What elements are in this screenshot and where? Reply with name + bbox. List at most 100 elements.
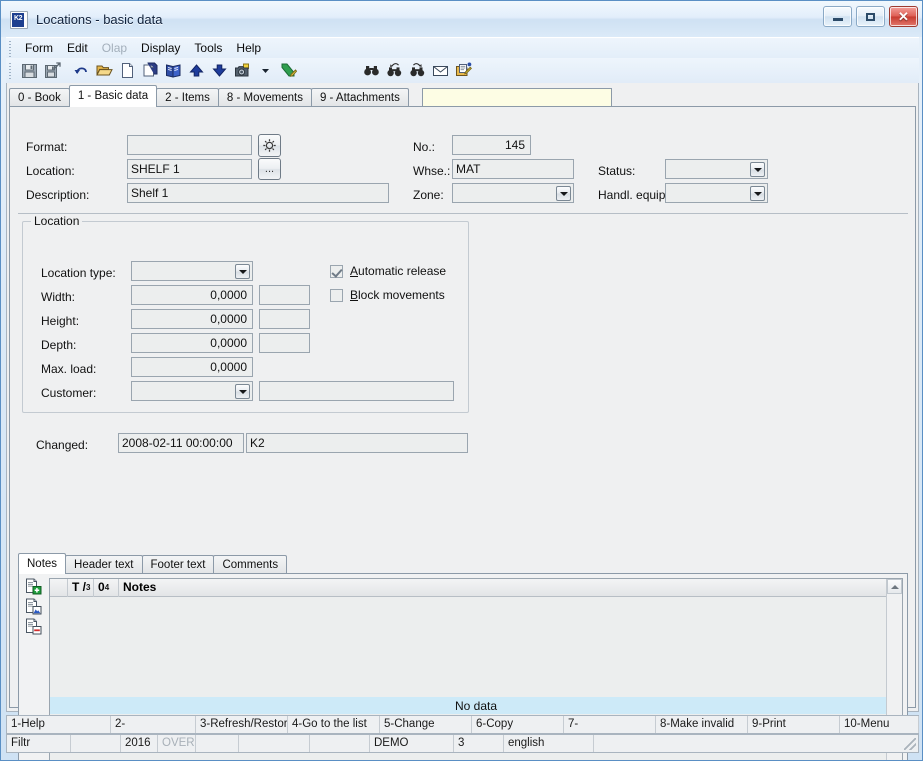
chevron-down-icon[interactable] — [750, 186, 765, 201]
status-blank-3 — [239, 735, 310, 752]
add-note-button[interactable] — [25, 578, 42, 595]
fkey-3-refresh[interactable]: 3-Refresh/Restore — [196, 716, 288, 733]
fkey-8-make-invalid[interactable]: 8-Make invalid — [656, 716, 748, 733]
book-button[interactable] — [162, 59, 185, 82]
location-field[interactable]: SHELF 1 — [127, 159, 252, 179]
toolbar-gripper[interactable] — [8, 62, 14, 79]
tab-movements[interactable]: 8 - Movements — [217, 88, 312, 107]
scroll-up-button[interactable] — [887, 579, 902, 594]
maximize-icon — [866, 12, 875, 21]
whse-field[interactable]: MAT — [452, 159, 574, 179]
mail-button[interactable] — [429, 59, 452, 82]
zone-label: Zone: — [413, 188, 444, 202]
handling-equipment-combobox[interactable] — [665, 183, 768, 203]
chevron-down-icon[interactable] — [750, 162, 765, 177]
fkey-4-go-to-list[interactable]: 4-Go to the list — [288, 716, 380, 733]
location-groupbox: Location Location type: Width: 0,0000 He… — [22, 214, 469, 413]
location-browse-button[interactable]: ... — [258, 158, 281, 180]
export-excel-button[interactable] — [277, 59, 300, 82]
status-filter[interactable]: Filtr — [7, 735, 71, 752]
block-movements-checkbox-row[interactable]: Block movements — [330, 288, 445, 302]
title-bar: Locations - basic data ✕ — [1, 1, 922, 37]
fkey-1-help[interactable]: 1-Help — [7, 716, 111, 733]
depth-field[interactable]: 0,0000 — [131, 333, 253, 353]
undo-button[interactable] — [70, 59, 93, 82]
tab-footer-text[interactable]: Footer text — [141, 555, 215, 574]
fkey-10-menu[interactable]: 10-Menu — [840, 716, 919, 733]
automatic-release-checkbox-row[interactable]: Automatic release — [330, 264, 446, 278]
height-unit-field[interactable] — [259, 309, 310, 329]
tab-header-text[interactable]: Header text — [65, 555, 143, 574]
location-type-combobox[interactable] — [131, 261, 253, 281]
grid-col-type[interactable]: T /3 — [68, 579, 94, 597]
no-field[interactable]: 145 — [452, 135, 531, 155]
tab-book[interactable]: 0 - Book — [9, 88, 70, 107]
view-note-button[interactable] — [25, 598, 42, 615]
tab-notes[interactable]: Notes — [18, 553, 67, 574]
fkey-9-print[interactable]: 9-Print — [748, 716, 840, 733]
tab-filter-input[interactable] — [421, 88, 612, 107]
minimize-button[interactable] — [823, 6, 852, 27]
changed-date-field: 2008-02-11 00:00:00 — [118, 433, 244, 453]
new-document-button[interactable] — [116, 59, 139, 82]
notes-tab-strip: Notes Header text Footer text Comments — [18, 552, 908, 574]
menu-item-display[interactable]: Display — [134, 39, 187, 57]
location-groupbox-title: Location — [31, 214, 83, 228]
save-button[interactable] — [18, 59, 41, 82]
format-label: Format: — [26, 140, 68, 154]
customer-combobox[interactable] — [131, 381, 253, 401]
fkey-7[interactable]: 7- — [564, 716, 656, 733]
format-field[interactable] — [127, 135, 252, 155]
triangle-up-icon — [890, 584, 899, 589]
status-blank-5 — [594, 735, 918, 752]
menu-item-tools[interactable]: Tools — [187, 39, 229, 57]
arrow-down-button[interactable] — [208, 59, 231, 82]
camera-dropdown-button[interactable] — [254, 59, 277, 82]
grid-col-number[interactable]: 04 — [94, 579, 119, 597]
height-field[interactable]: 0,0000 — [131, 309, 253, 329]
status-combobox[interactable] — [665, 159, 768, 179]
close-button[interactable]: ✕ — [889, 6, 918, 27]
menu-item-form[interactable]: Form — [18, 39, 60, 57]
status-overwrite-mode: OVER — [158, 735, 196, 752]
block-movements-checkbox[interactable] — [330, 288, 343, 302]
tab-comments[interactable]: Comments — [213, 555, 288, 574]
menu-item-edit[interactable]: Edit — [60, 39, 95, 57]
delete-note-button[interactable] — [25, 618, 42, 635]
width-unit-field[interactable] — [259, 285, 310, 305]
maximize-button[interactable] — [856, 6, 885, 27]
menu-item-help[interactable]: Help — [229, 39, 268, 57]
notes-side-toolbar — [21, 578, 45, 635]
find-next-button[interactable] — [406, 59, 429, 82]
camera-button[interactable] — [231, 59, 254, 82]
tab-items[interactable]: 2 - Items — [156, 88, 219, 107]
depth-unit-field[interactable] — [259, 333, 310, 353]
grid-col-notes[interactable]: Notes — [119, 579, 902, 597]
arrow-up-button[interactable] — [185, 59, 208, 82]
chevron-down-icon[interactable] — [235, 384, 250, 399]
tab-basic-data[interactable]: 1 - Basic data — [68, 85, 158, 107]
save-as-button[interactable] — [41, 59, 64, 82]
zone-combobox[interactable] — [452, 183, 574, 203]
grid-col-select[interactable] — [50, 579, 68, 597]
fkey-6-copy[interactable]: 6-Copy — [472, 716, 564, 733]
automatic-release-checkbox[interactable] — [330, 264, 343, 278]
max-load-field[interactable]: 0,0000 — [131, 357, 253, 377]
open-folder-button[interactable] — [93, 59, 116, 82]
tab-attachments[interactable]: 9 - Attachments — [310, 88, 409, 107]
find-button[interactable] — [360, 59, 383, 82]
edit-note-button[interactable] — [452, 59, 475, 82]
fkey-2[interactable]: 2- — [111, 716, 196, 733]
main-tab-strip: 0 - Book 1 - Basic data 2 - Items 8 - Mo… — [9, 85, 918, 107]
find-previous-button[interactable] — [383, 59, 406, 82]
gear-button[interactable] — [258, 134, 281, 157]
chevron-down-icon[interactable] — [556, 186, 571, 201]
copy-button[interactable] — [139, 59, 162, 82]
width-field[interactable]: 0,0000 — [131, 285, 253, 305]
description-field[interactable]: Shelf 1 — [127, 183, 389, 203]
chevron-down-icon[interactable] — [235, 264, 250, 279]
customer-name-field[interactable] — [259, 381, 454, 401]
resize-grip-icon[interactable] — [904, 738, 916, 750]
menu-gripper[interactable] — [8, 39, 14, 57]
fkey-5-change[interactable]: 5-Change — [380, 716, 472, 733]
